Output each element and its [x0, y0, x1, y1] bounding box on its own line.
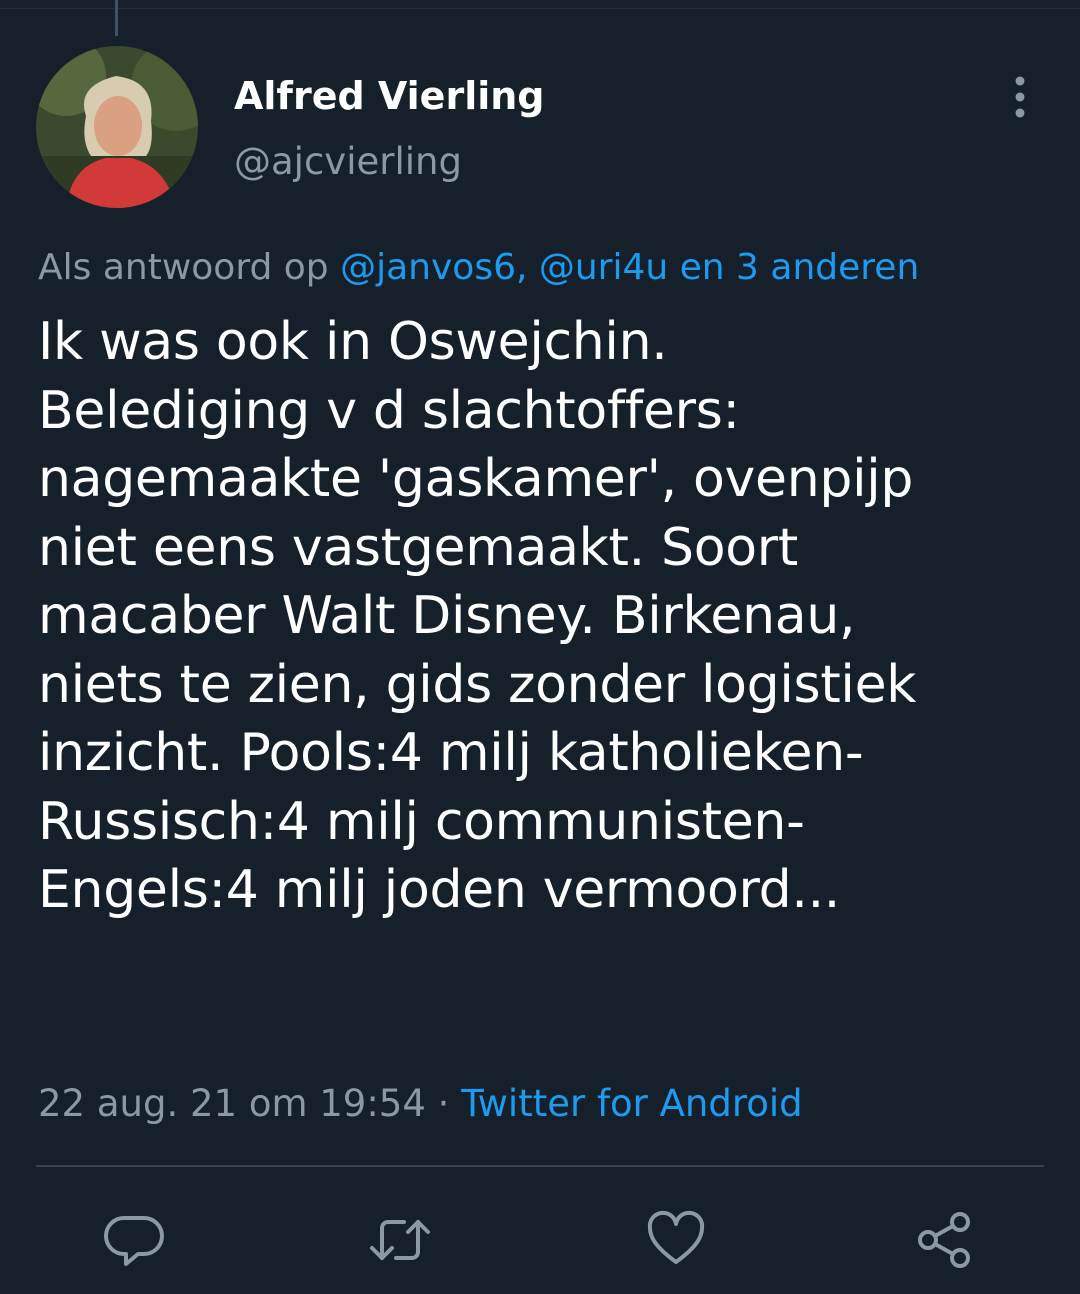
more-vertical-icon: [1015, 76, 1025, 118]
thread-connector-line: [115, 0, 118, 36]
tweet-text: Ik was ook in Oswejchin. Belediging v d …: [38, 312, 917, 920]
reply-mentions-link[interactable]: @janvos6, @uri4u en 3 anderen: [340, 247, 919, 288]
reply-context: Als antwoord op @janvos6, @uri4u en 3 an…: [38, 244, 919, 292]
divider: [36, 1165, 1044, 1167]
tweet-meta: 22 aug. 21 om 19:54 · Twitter for Androi…: [38, 1080, 803, 1128]
like-button[interactable]: [644, 1208, 708, 1272]
tweet-timestamp[interactable]: 22 aug. 21 om 19:54: [38, 1082, 426, 1125]
reply-prefix: Als antwoord op: [38, 247, 341, 288]
tweet-source-link[interactable]: Twitter for Android: [461, 1082, 802, 1125]
retweet-icon: [370, 1220, 430, 1260]
more-options-button[interactable]: [1000, 72, 1040, 122]
author-display-name[interactable]: Alfred Vierling: [234, 72, 545, 120]
heart-icon: [647, 1210, 705, 1264]
avatar-image: [36, 46, 198, 208]
retweet-button[interactable]: [368, 1208, 432, 1272]
reply-icon: [104, 1216, 164, 1266]
top-border: [0, 8, 1080, 9]
meta-separator: ·: [425, 1082, 462, 1125]
author-handle[interactable]: @ajcvierling: [234, 138, 462, 186]
share-icon: [918, 1212, 970, 1268]
avatar[interactable]: [36, 46, 198, 208]
share-button[interactable]: [912, 1208, 976, 1272]
reply-button[interactable]: [104, 1208, 168, 1272]
